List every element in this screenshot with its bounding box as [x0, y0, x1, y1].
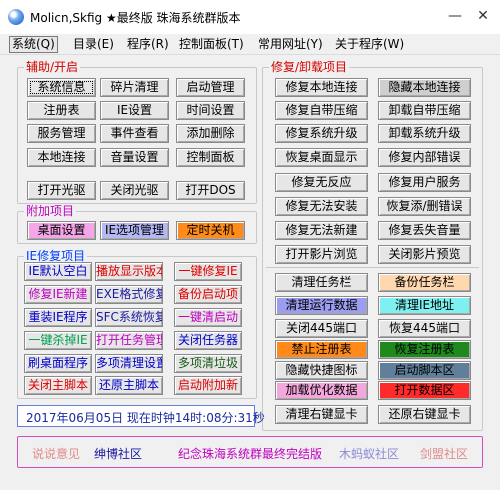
aux-button-12[interactable]: 控制面板: [176, 148, 245, 167]
repair-button-6[interactable]: 卸载系统升级: [378, 124, 471, 143]
aux-button-14[interactable]: 关闭光驱: [100, 181, 169, 200]
repair-group-title: 修复/卸载项目: [269, 60, 350, 74]
extra-button-2[interactable]: IE选项管理: [100, 221, 169, 240]
aux-group-title: 辅助/开启: [24, 60, 81, 74]
link-zhuhai-final-edition[interactable]: 纪念珠海系统群最终完结版: [178, 445, 322, 462]
aux-button-11[interactable]: 音量设置: [100, 148, 169, 167]
title-bar: Molicn,Skfig ★最终版 珠海系统群版本 — ✕: [0, 0, 500, 34]
ie-button-2[interactable]: 播放显示版本: [95, 262, 163, 281]
aux-button-6[interactable]: 时间设置: [176, 101, 245, 120]
tools-button-14[interactable]: 还原右键显卡: [378, 405, 471, 424]
aux-button-5[interactable]: IE设置: [100, 101, 169, 120]
ie-button-3[interactable]: 一键修复IE: [174, 262, 242, 281]
aux-button-15[interactable]: 打开DOS: [176, 181, 245, 200]
tools-button-9[interactable]: 隐藏快捷图标: [275, 361, 368, 380]
ie-button-17[interactable]: 还原主脚本: [95, 376, 163, 395]
aux-button-10[interactable]: 本地连接: [27, 148, 96, 167]
aux-button-7[interactable]: 服务管理: [27, 124, 96, 143]
tools-button-4[interactable]: 清理IE地址: [378, 296, 471, 315]
tools-button-12[interactable]: 打开数据区: [378, 381, 471, 400]
repair-button-8[interactable]: 修复内部错误: [378, 148, 471, 167]
menu-about[interactable]: 关于程序(W): [333, 36, 406, 53]
ie-button-8[interactable]: SFC系统恢复: [95, 308, 163, 327]
menu-directory[interactable]: 目录(E): [71, 36, 116, 53]
tools-button-5[interactable]: 关闭445端口: [275, 319, 368, 338]
repair-button-12[interactable]: 恢复添/删错误: [378, 197, 471, 216]
clock-status-text: 2017年06月05日 现在时钟14时:08分:31秒: [26, 411, 265, 425]
ie-button-1[interactable]: IE默认空白: [24, 262, 92, 281]
repair-button-7[interactable]: 恢复桌面显示: [275, 148, 368, 167]
extra-button-3[interactable]: 定时关机: [176, 221, 245, 240]
repair-button-15[interactable]: 打开影片浏览: [275, 245, 368, 264]
menu-system[interactable]: 系统(Q): [9, 36, 58, 53]
link-jianmeng-community[interactable]: 剑盟社区: [420, 445, 468, 462]
tools-button-1[interactable]: 清理任务栏: [275, 273, 368, 292]
menu-control-panel[interactable]: 控制面板(T): [177, 36, 246, 53]
link-feedback[interactable]: 说说意见: [32, 445, 80, 462]
repair-button-4[interactable]: 卸载自带压缩: [378, 101, 471, 120]
repair-button-11[interactable]: 修复无法安装: [275, 197, 368, 216]
ie-button-14[interactable]: 多项清理设置: [95, 354, 163, 373]
repair-button-10[interactable]: 修复用户服务: [378, 173, 471, 192]
ie-button-13[interactable]: 刷桌面程序: [24, 354, 92, 373]
ie-button-18[interactable]: 启动附加新: [174, 376, 242, 395]
ie-button-11[interactable]: 打开任务管理: [95, 331, 163, 350]
window-title: Molicn,Skfig ★最终版 珠海系统群版本: [30, 11, 241, 25]
ie-button-15[interactable]: 多项清垃圾: [174, 354, 242, 373]
repair-button-2[interactable]: 隐藏本地连接: [378, 78, 471, 97]
repair-button-14[interactable]: 修复丢失音量: [378, 221, 471, 240]
repair-divider: [266, 267, 479, 268]
extra-button-1[interactable]: 桌面设置: [27, 221, 96, 240]
aux-button-13[interactable]: 打开光驱: [27, 181, 96, 200]
ie-button-9[interactable]: 一键清启动: [174, 308, 242, 327]
ie-button-12[interactable]: 关闭任务器: [174, 331, 242, 350]
ie-button-7[interactable]: 重装IE程序: [24, 308, 92, 327]
ie-button-4[interactable]: 修复IE新建: [24, 285, 92, 304]
app-globe-icon: [8, 9, 24, 25]
aux-button-9[interactable]: 添加删除: [176, 124, 245, 143]
menu-bar: 系统(Q) 目录(E) 程序(R) 控制面板(T) 常用网址(Y) 关于程序(W…: [0, 34, 500, 55]
repair-button-3[interactable]: 修复自带压缩: [275, 101, 368, 120]
aux-button-3[interactable]: 启动管理: [176, 78, 245, 97]
repair-button-5[interactable]: 修复系统升级: [275, 124, 368, 143]
menu-programs[interactable]: 程序(R): [125, 36, 171, 53]
aux-button-8[interactable]: 事件查看: [100, 124, 169, 143]
ie-button-6[interactable]: 备份启动项: [174, 285, 242, 304]
tools-button-7[interactable]: 禁止注册表: [275, 340, 368, 359]
minimize-button[interactable]: —: [444, 6, 466, 26]
ie-button-10[interactable]: 一键杀掉IE: [24, 331, 92, 350]
extra-group-title: 附加项目: [24, 204, 77, 218]
aux-button-1[interactable]: 系统信息: [27, 78, 96, 97]
aux-button-4[interactable]: 注册表: [27, 101, 96, 120]
link-shenbo-community[interactable]: 绅博社区: [94, 445, 142, 462]
tools-button-2[interactable]: 备份任务栏: [378, 273, 471, 292]
ie-button-5[interactable]: EXE格式修复: [95, 285, 163, 304]
ie-group-title: IE修复项目: [24, 249, 88, 263]
tools-button-10[interactable]: 启动脚本区: [378, 361, 471, 380]
tools-button-6[interactable]: 恢复445端口: [378, 319, 471, 338]
repair-button-1[interactable]: 修复本地连接: [275, 78, 368, 97]
tools-button-11[interactable]: 加载优化数据: [275, 381, 368, 400]
tools-button-13[interactable]: 清理右键显卡: [275, 405, 368, 424]
community-links-bar: 说说意见 绅博社区 纪念珠海系统群最终完结版 木蚂蚁社区 剑盟社区: [17, 436, 483, 468]
repair-button-9[interactable]: 修复无反应: [275, 173, 368, 192]
tools-button-3[interactable]: 清理运行数据: [275, 296, 368, 315]
clock-status-box: 2017年06月05日 现在时钟14时:08分:31秒: [17, 405, 265, 427]
repair-button-13[interactable]: 修复无法新建: [275, 221, 368, 240]
menu-common-urls[interactable]: 常用网址(Y): [256, 36, 325, 53]
aux-button-2[interactable]: 碎片清理: [100, 78, 169, 97]
ie-button-16[interactable]: 关闭主脚本: [24, 376, 92, 395]
link-mumayi-community[interactable]: 木蚂蚁社区: [339, 445, 399, 462]
tools-button-8[interactable]: 恢复注册表: [378, 340, 471, 359]
close-button[interactable]: ✕: [472, 6, 494, 26]
repair-button-16[interactable]: 关闭影片预览: [378, 245, 471, 264]
